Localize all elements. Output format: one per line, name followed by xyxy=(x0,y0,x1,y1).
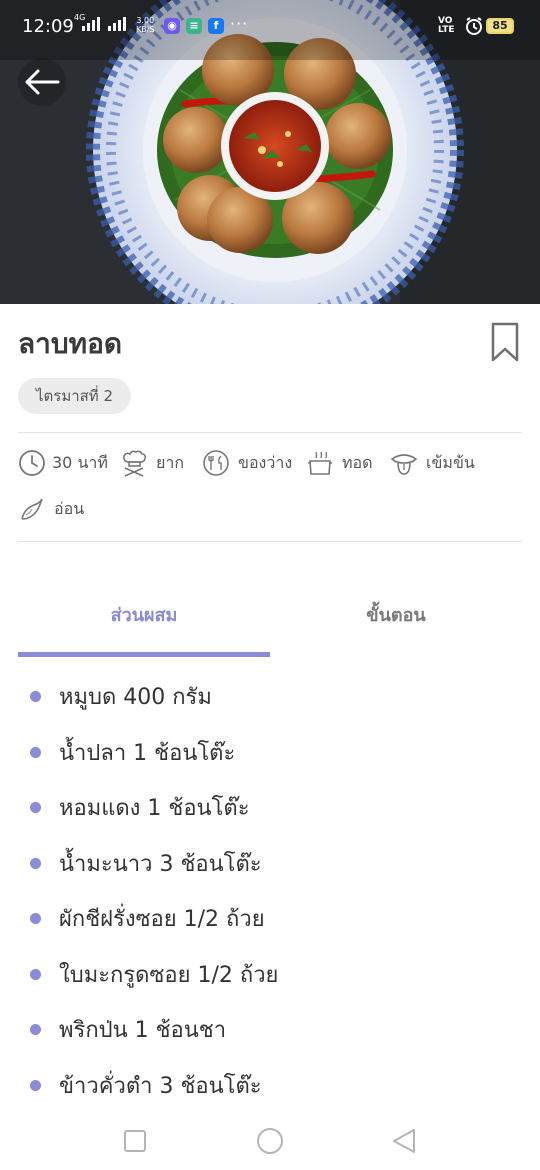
signal-icon xyxy=(82,17,126,31)
recipe-hero-image: 12:09 4G 3.00 KB/S ◉ ≡ f ··· VO LTE 85 xyxy=(0,0,540,304)
ingredient-text: น้ำปลา 1 ช้อนโต๊ะ xyxy=(59,740,236,766)
status-time: 12:09 xyxy=(22,16,74,37)
pot-icon xyxy=(308,451,332,475)
status-bar: 12:09 4G 3.00 KB/S ◉ ≡ f ··· VO LTE 85 xyxy=(0,0,540,52)
square-icon xyxy=(124,1130,146,1152)
meta-method: ทอด xyxy=(306,448,373,478)
meta-taste: เข้มข้น xyxy=(390,448,475,478)
clock-icon xyxy=(19,450,45,476)
volte-indicator: VO LTE xyxy=(438,17,455,35)
meta-difficulty-label: ยาก xyxy=(156,452,185,472)
active-tab-indicator xyxy=(18,652,270,657)
bookmark-icon xyxy=(491,322,519,362)
ingredient-text: หมูบด 400 กรัม xyxy=(59,684,212,710)
network-speed: 3.00 KB/S xyxy=(136,16,155,34)
meta-taste-label: เข้มข้น xyxy=(426,452,475,472)
bullet-icon xyxy=(30,968,41,980)
tab-ingredients[interactable]: ส่วนผสม xyxy=(18,600,270,629)
recipe-title: ลาบทอด xyxy=(18,327,123,360)
meta-time-label: 30 นาที xyxy=(52,452,108,472)
speed-value: 3.00 xyxy=(136,16,155,25)
plate-utensils-icon xyxy=(203,450,229,476)
bullet-icon xyxy=(30,801,41,813)
divider xyxy=(18,541,522,542)
tongue-icon xyxy=(390,454,418,475)
chili-icon xyxy=(21,498,43,520)
ingredient-text: พริกป่น 1 ช้อนชา xyxy=(59,1017,227,1043)
bullet-icon xyxy=(30,912,41,924)
messenger-app-icon: ◉ xyxy=(164,18,180,34)
back-button[interactable] xyxy=(18,58,66,106)
home-button[interactable] xyxy=(254,1118,286,1168)
ingredient-item: หมูบด 400 กรัม xyxy=(30,676,212,716)
tab-steps[interactable]: ขั้นตอน xyxy=(270,600,522,629)
alarm-icon xyxy=(466,17,482,35)
bullet-icon xyxy=(30,690,41,702)
volte-bottom: LTE xyxy=(438,25,455,35)
system-nav-bar xyxy=(0,1110,540,1170)
battery-indicator: 85 xyxy=(486,18,514,34)
arrow-left-icon xyxy=(25,69,60,95)
bookmark-button[interactable] xyxy=(488,322,522,364)
speed-unit: KB/S xyxy=(136,25,155,34)
triangle-back-icon xyxy=(393,1129,415,1153)
ingredient-item: ข้าวคั่วตำ 3 ช้อนโต๊ะ xyxy=(30,1065,262,1105)
ingredient-item: น้ำมะนาว 3 ช้อนโต๊ะ xyxy=(30,843,262,883)
tag-chip[interactable]: ไตรมาสที่ 2 xyxy=(18,378,132,414)
ingredient-item: น้ำปลา 1 ช้อนโต๊ะ xyxy=(30,732,235,772)
recent-apps-button[interactable] xyxy=(122,1118,148,1168)
bullet-icon xyxy=(30,1079,41,1091)
notes-app-icon: ≡ xyxy=(186,18,202,34)
meta-time: 30 นาที xyxy=(18,448,108,478)
ingredient-item: พริกป่น 1 ช้อนชา xyxy=(30,1009,226,1049)
ingredient-item: หอมแดง 1 ช้อนโต๊ะ xyxy=(30,787,250,827)
meta-category: ของว่าง xyxy=(202,448,292,478)
divider xyxy=(18,432,522,433)
bullet-icon xyxy=(30,1023,41,1035)
ingredient-item: ผักชีฝรั่งซอย 1/2 ถ้วย xyxy=(30,898,265,938)
meta-spice: อ่อน xyxy=(18,494,84,524)
ingredient-item: ใบมะกรูดซอย 1/2 ถ้วย xyxy=(30,954,278,994)
back-nav-button[interactable] xyxy=(390,1118,420,1168)
meta-difficulty: ยาก xyxy=(120,448,184,478)
chef-hat-icon xyxy=(123,450,146,477)
bullet-icon xyxy=(30,857,41,869)
ingredient-text: ใบมะกรูดซอย 1/2 ถ้วย xyxy=(59,962,279,988)
ingredient-text: หอมแดง 1 ช้อนโต๊ะ xyxy=(59,795,250,821)
ingredient-text: ผักชีฝรั่งซอย 1/2 ถ้วย xyxy=(59,906,265,932)
ingredient-text: ข้าวคั่วตำ 3 ช้อนโต๊ะ xyxy=(59,1073,262,1099)
meta-spice-label: อ่อน xyxy=(54,498,85,518)
ingredient-text: น้ำมะนาว 3 ช้อนโต๊ะ xyxy=(59,851,262,877)
meta-category-label: ของว่าง xyxy=(238,452,293,472)
bullet-icon xyxy=(30,746,41,758)
circle-icon xyxy=(257,1128,283,1154)
facebook-app-icon: f xyxy=(208,18,224,34)
more-notifications-icon: ··· xyxy=(230,14,249,33)
meta-method-label: ทอด xyxy=(342,452,373,472)
